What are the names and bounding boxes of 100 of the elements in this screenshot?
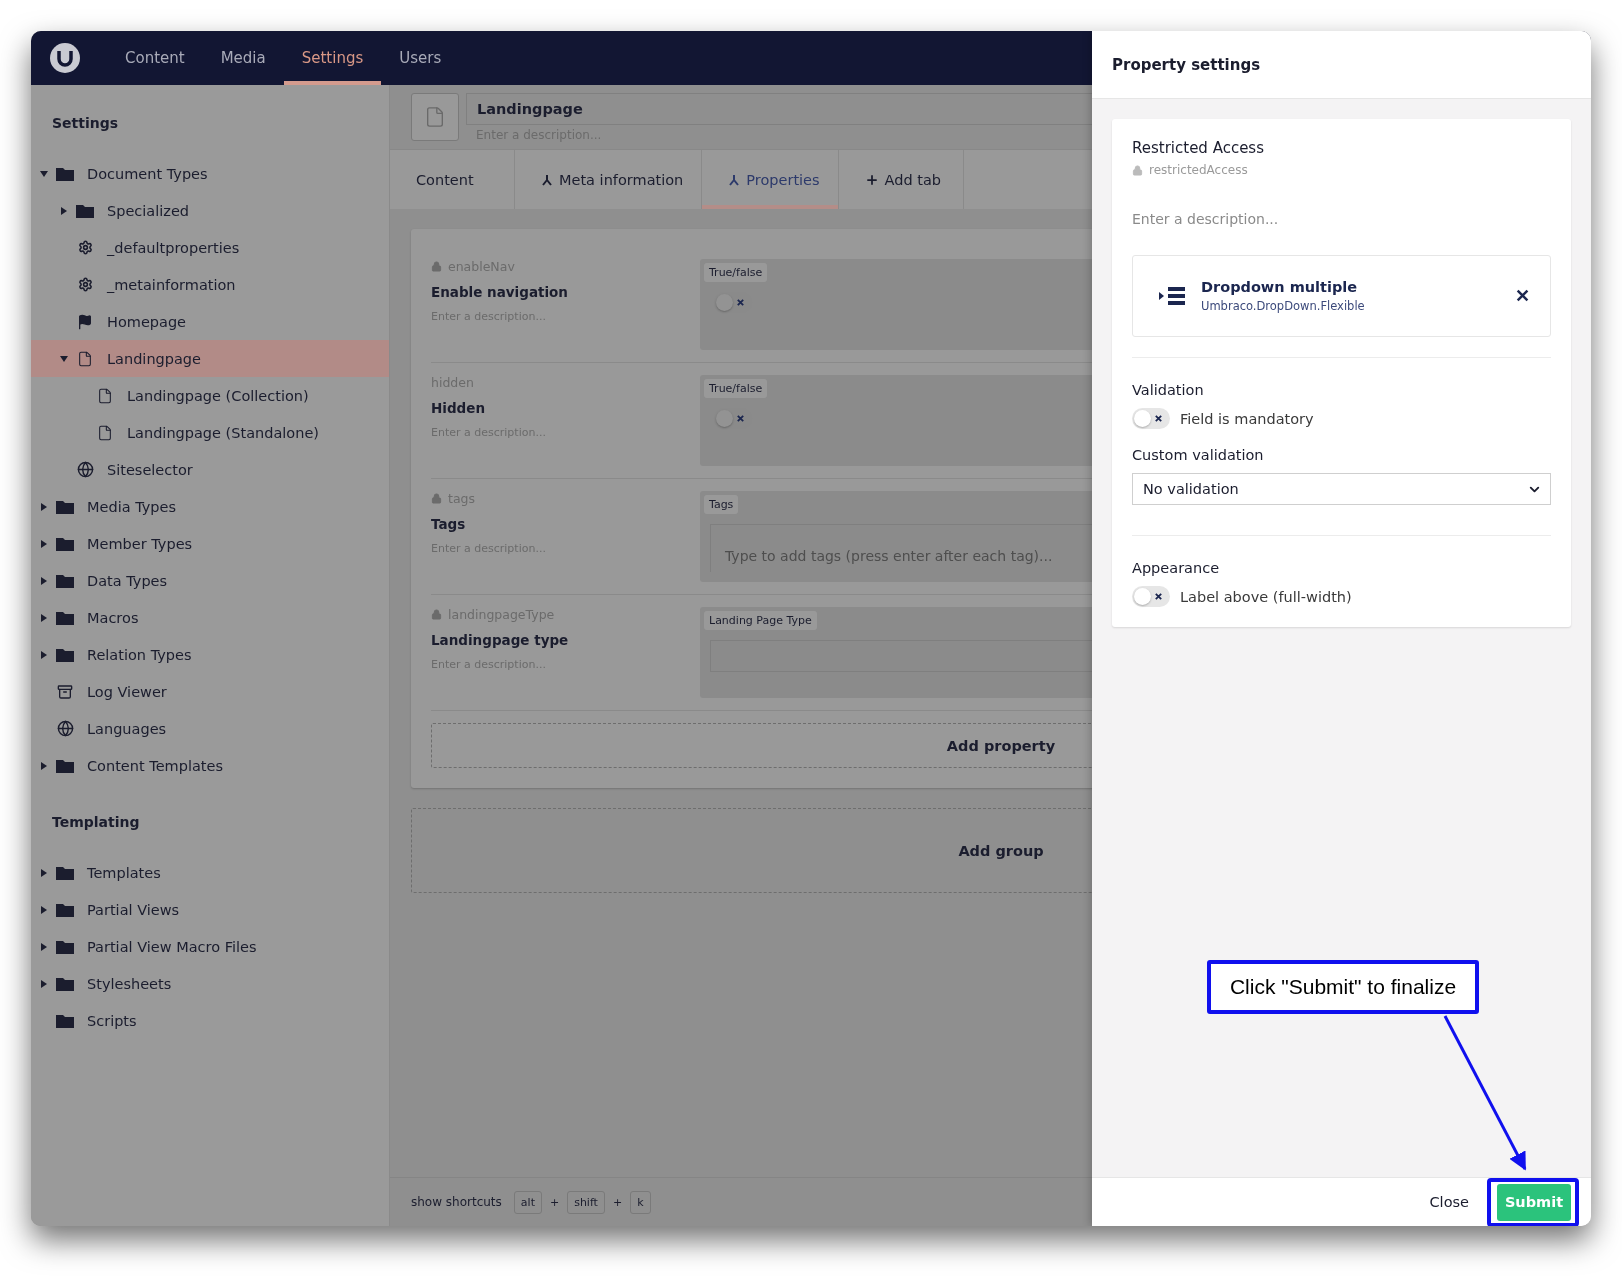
editor-label: True/false [704,263,768,282]
archive-icon [55,683,75,700]
tree-item[interactable]: Document Types [31,155,389,192]
caret-icon[interactable] [40,169,48,178]
tree-item[interactable]: Templates [31,854,389,891]
folder-icon [55,536,75,551]
folder-icon [55,647,75,662]
list-icon [1159,284,1187,308]
property-name: Enable navigation [431,284,569,300]
tree-item[interactable]: Specialized [31,192,389,229]
x-icon [1154,414,1163,423]
folder-icon [55,573,75,588]
branch-icon [541,173,553,186]
field-label: Custom validation [1132,447,1265,463]
lock-icon [431,493,442,504]
toggle-label: Label above (full-width) [1180,588,1352,605]
caret-icon[interactable] [40,650,48,659]
editor-card[interactable]: Dropdown multiple Umbraco.DropDown.Flexible ✕ [1132,255,1551,337]
keyboard-key: alt [513,1190,542,1214]
editor-tab[interactable]: Add tab [838,150,964,209]
folder-icon [55,610,75,625]
section-title: Settings [51,114,120,133]
tree-item[interactable]: Relation Types [31,636,389,673]
shortcuts-label: show shortcuts [411,1195,502,1209]
lock-icon [431,261,442,272]
tree-item[interactable]: Languages [31,710,389,747]
nav-tab[interactable]: Media [202,31,284,85]
caret-icon[interactable] [40,502,48,511]
section-heading: Validation [1132,382,1205,398]
tree-item[interactable]: Homepage [31,303,389,340]
folder-icon [55,499,75,514]
annotation-callout: Click "Submit" to finalize [1207,960,1479,1014]
editor-label: True/false [704,379,768,398]
tree-item[interactable]: Siteselector [31,451,389,488]
folder-icon [55,976,75,991]
folder-icon [55,939,75,954]
tree-item[interactable]: Stylesheets [31,965,389,1002]
editor-tab[interactable]: Meta information [515,150,703,209]
caret-icon[interactable] [40,761,48,770]
tree-item[interactable]: Media Types [31,488,389,525]
folder-icon [55,1013,75,1028]
folder-icon [55,166,75,181]
tree-item[interactable]: Landingpage (Standalone) [31,414,389,451]
tree-item[interactable]: Content Templates [31,747,389,784]
logo-icon [49,42,81,74]
caret-icon[interactable] [40,613,48,622]
folder-icon [75,203,95,218]
caret-icon[interactable] [40,868,48,877]
toggle-label: Field is mandatory [1180,410,1314,427]
editor-alias: Umbraco.DropDown.Flexible [1201,299,1366,313]
remove-button[interactable]: ✕ [1515,285,1530,307]
lock-icon [431,609,442,620]
editor-label: Tags [704,495,739,514]
globe-icon [55,720,75,737]
folder-icon [55,865,75,880]
caret-icon[interactable] [60,206,68,215]
x-icon [736,298,745,307]
toggle-switch[interactable] [1132,408,1170,429]
caret-icon[interactable] [40,979,48,988]
nav-tab[interactable]: Content [107,31,203,85]
plus-sign: + [612,1195,623,1209]
panel-title: Property settings [1092,31,1591,99]
tree-item[interactable]: _defaultproperties [31,229,389,266]
x-icon [736,414,745,423]
tree-item[interactable]: Member Types [31,525,389,562]
tree-item[interactable]: Data Types [31,562,389,599]
tree-item[interactable]: Partial Views [31,891,389,928]
tree-item[interactable]: Log Viewer [31,673,389,710]
close-button[interactable]: Close [1423,1193,1475,1211]
plus-icon [864,172,879,187]
section-title: Templating [51,813,141,832]
editor-tab[interactable]: Content [390,150,515,209]
description-field[interactable]: Enter a description... [1132,211,1551,227]
caret-icon[interactable] [60,354,68,363]
section-heading: Appearance [1132,560,1221,576]
tree-item[interactable]: Macros [31,599,389,636]
editor-label: Landing Page Type [704,611,817,630]
editor-tab[interactable]: Properties [702,150,839,209]
tree-item[interactable]: Scripts [31,1002,389,1039]
folder-icon [55,758,75,773]
keyboard-key: shift [567,1190,605,1214]
property-name: Tags [431,516,467,532]
property-name-field[interactable]: Restricted Access [1132,139,1551,157]
toggle-switch[interactable] [1132,586,1170,607]
globe-icon [75,461,95,478]
tree-item[interactable]: _metainformation [31,266,389,303]
editor-name: Dropdown multiple [1201,279,1359,295]
branch-icon [728,173,741,186]
validation-select[interactable]: No validation [1132,473,1551,505]
property-name: Landingpage type [431,632,570,648]
tree-item[interactable]: Landingpage [31,340,389,377]
folder-icon [55,902,75,917]
caret-icon[interactable] [40,576,48,585]
caret-icon[interactable] [40,539,48,548]
tree-item[interactable]: Landingpage (Collection) [31,377,389,414]
tree-item[interactable]: Partial View Macro Files [31,928,389,965]
caret-icon[interactable] [40,942,48,951]
caret-icon[interactable] [40,905,48,914]
x-icon [1154,592,1163,601]
nav-tab[interactable]: Users [381,31,460,85]
